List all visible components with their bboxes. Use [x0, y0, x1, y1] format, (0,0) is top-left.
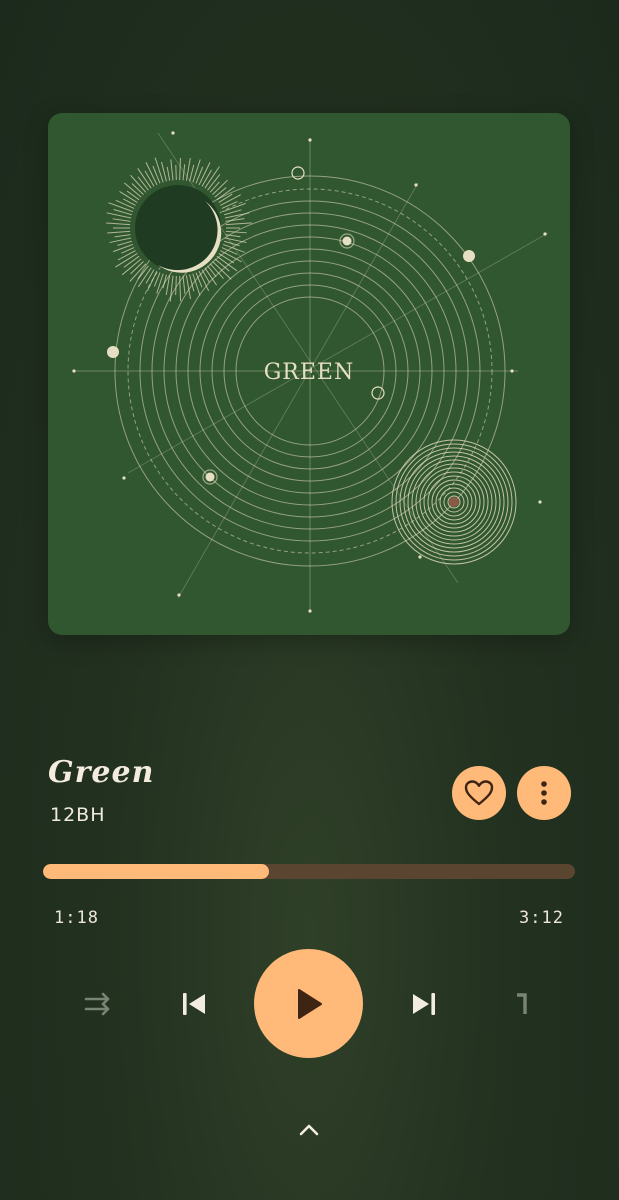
expand-button[interactable] [288, 1112, 330, 1148]
like-button[interactable] [452, 766, 506, 820]
heart-outline-icon [464, 780, 494, 806]
play-button[interactable] [254, 949, 363, 1058]
shuffle-button[interactable] [76, 982, 120, 1026]
skip-next-icon [413, 993, 435, 1015]
repeat-one-icon [517, 993, 527, 1014]
more-vertical-icon [541, 781, 547, 805]
album-illustration: GREEN [72, 131, 549, 613]
progress-fill [43, 864, 270, 879]
track-artist: 12BH [50, 804, 106, 826]
next-button[interactable] [401, 982, 447, 1026]
total-time: 3:12 [519, 908, 564, 928]
now-playing-screen: GREEN Green 12BH 1:18 3:12 [0, 0, 619, 1200]
elapsed-time: 1:18 [54, 908, 99, 928]
play-icon [297, 988, 322, 1019]
chevron-up-icon [299, 1124, 319, 1136]
album-cover-text: GREEN [264, 360, 355, 385]
repeat-button[interactable] [500, 982, 544, 1026]
more-options-button[interactable] [517, 766, 571, 820]
previous-button[interactable] [171, 982, 217, 1026]
shuffle-icon [84, 992, 110, 1016]
album-art: GREEN [48, 113, 570, 635]
skip-previous-icon [183, 993, 205, 1015]
track-title: Green [48, 755, 155, 790]
progress-bar[interactable] [43, 864, 575, 879]
